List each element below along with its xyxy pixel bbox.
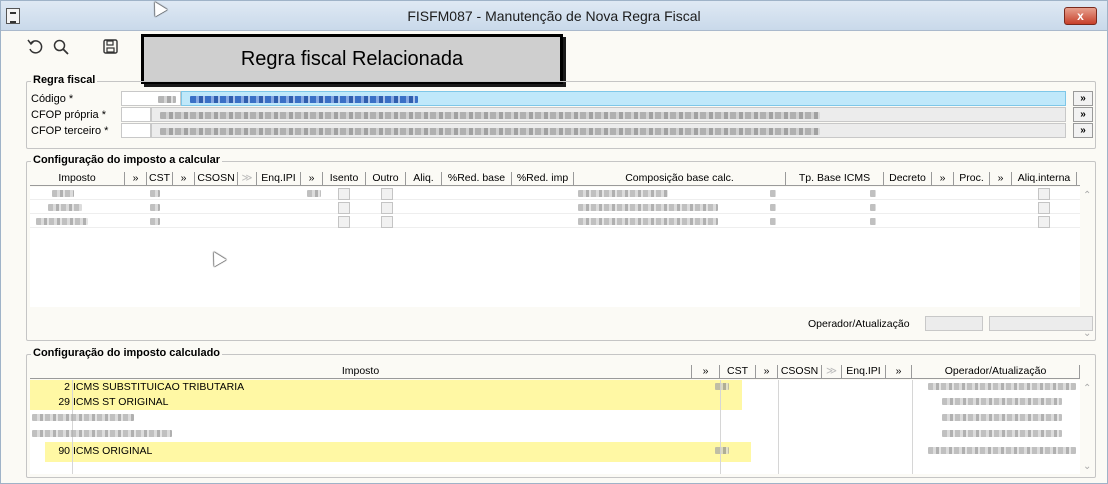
imposto-code: 2 [64,381,70,393]
table-row[interactable] [30,187,1080,200]
imposto-calcular-legend: Configuração do imposto a calcular [31,154,223,166]
col-tp-base-icms[interactable]: Tp. Base ICMS [786,172,884,186]
col-red-imp[interactable]: %Red. imp [512,172,574,186]
imposto-name: ICMS ST ORIGINAL [73,396,169,408]
cfop-terceiro-description-field[interactable] [151,123,1066,138]
banner-regra-fiscal-relacionada: Regra fiscal Relacionada [141,34,563,84]
imposto-code: 29 [58,396,70,408]
scroll-down-icon[interactable]: ⌄ [1083,461,1091,472]
cfop-terceiro-lookup-button[interactable]: » [1073,123,1093,138]
table-row[interactable] [30,215,1080,228]
col-proc[interactable]: Proc. [954,172,990,186]
col-imposto[interactable]: Imposto [30,365,692,379]
col-operador-atualizacao[interactable]: Operador/Atualização [912,365,1080,379]
col-proc-lookup[interactable]: » [990,172,1012,186]
table-row[interactable] [30,411,1080,426]
scroll-up-icon[interactable]: ⌃ [1083,383,1091,394]
undo-icon[interactable] [27,38,45,56]
col-composicao-base[interactable]: Composição base calc. [574,172,786,186]
col-isento[interactable]: Isento [323,172,366,186]
cfop-propria-description-field[interactable] [151,107,1066,122]
cfop-terceiro-label: CFOP terceiro * [31,125,109,137]
col-enq-ipi-lookup[interactable]: » [886,365,912,379]
col-enq-ipi-lookup[interactable]: » [301,172,323,186]
imposto-calculado-group: Configuração do imposto calculado Impost… [26,347,1096,478]
cfop-propria-code-field[interactable] [121,107,151,122]
aliq-interna-checkbox[interactable] [1038,202,1050,214]
col-aliq[interactable]: Aliq. [406,172,442,186]
col-csosn[interactable]: CSOSN [195,172,238,186]
col-enq-ipi[interactable]: Enq.IPI [842,365,886,379]
col-outro[interactable]: Outro [366,172,406,186]
col-cst[interactable]: CST [720,365,756,379]
table-row[interactable] [30,427,1080,442]
table-row[interactable]: 29 ICMS ST ORIGINAL [30,395,1080,410]
cfop-terceiro-code-field[interactable] [121,123,151,138]
col-decreto-lookup[interactable]: » [932,172,954,186]
col-csosn-lookup: ≫ [238,172,257,186]
regra-fiscal-group: Regra fiscal Código * » CFOP própria * »… [26,74,1096,149]
close-button[interactable]: x [1064,7,1097,25]
cfop-propria-label: CFOP própria * [31,109,106,121]
window: FISFM087 - Manutenção de Nova Regra Fisc… [0,0,1108,484]
atualizacao-field[interactable] [989,316,1093,331]
mouse-cursor-icon [207,248,227,267]
table-row[interactable] [30,201,1080,214]
col-aliq-interna[interactable]: Aliq.interna [1012,172,1077,186]
col-enq-ipi[interactable]: Enq.IPI [257,172,301,186]
codigo-code-field[interactable] [121,91,181,106]
codigo-description-field[interactable] [181,91,1066,106]
aliq-interna-checkbox[interactable] [1038,216,1050,228]
regra-fiscal-legend: Regra fiscal [31,74,98,86]
table-row[interactable]: 90 ICMS ORIGINAL [30,444,1080,459]
table-row[interactable]: 2 ICMS SUBSTITUICAO TRIBUTARIA [30,380,1080,395]
operador-atualizacao-label: Operador/Atualização [808,318,910,330]
imposto-calcular-header: Imposto » CST » CSOSN ≫ Enq.IPI » Isento… [30,172,1080,186]
col-decreto[interactable]: Decreto [884,172,932,186]
col-cst-lookup[interactable]: » [173,172,195,186]
imposto-name: ICMS SUBSTITUICAO TRIBUTARIA [73,381,245,393]
imposto-calcular-group: Configuração do imposto a calcular Impos… [26,154,1096,341]
col-cst[interactable]: CST [147,172,173,186]
imposto-calculado-header: Imposto » CST » CSOSN ≫ Enq.IPI » Operad… [30,365,1080,379]
cfop-propria-lookup-button[interactable]: » [1073,107,1093,122]
col-cst-lookup[interactable]: » [756,365,778,379]
col-csosn[interactable]: CSOSN [778,365,822,379]
imposto-calcular-grid[interactable] [30,187,1080,307]
col-red-base[interactable]: %Red. base [442,172,512,186]
operador-field[interactable] [925,316,983,331]
col-imposto-lookup[interactable]: » [692,365,720,379]
col-imposto[interactable]: Imposto [30,172,125,186]
imposto-name: ICMS ORIGINAL [73,445,153,457]
imposto-code: 90 [58,445,70,457]
codigo-lookup-button[interactable]: » [1073,91,1093,106]
imposto-calculado-grid[interactable]: 2 ICMS SUBSTITUICAO TRIBUTARIA 29 ICMS S… [30,380,1080,474]
codigo-label: Código * [31,93,74,105]
col-imposto-lookup[interactable]: » [125,172,147,186]
search-icon[interactable] [52,38,70,56]
save-icon[interactable] [102,38,120,56]
title-bar: FISFM087 - Manutenção de Nova Regra Fisc… [1,1,1107,31]
window-title: FISFM087 - Manutenção de Nova Regra Fisc… [407,8,701,24]
scroll-up-icon[interactable]: ⌃ [1083,190,1091,201]
col-csosn-lookup: ≫ [822,365,842,379]
aliq-interna-checkbox[interactable] [1038,188,1050,200]
imposto-calculado-legend: Configuração do imposto calculado [31,347,223,359]
